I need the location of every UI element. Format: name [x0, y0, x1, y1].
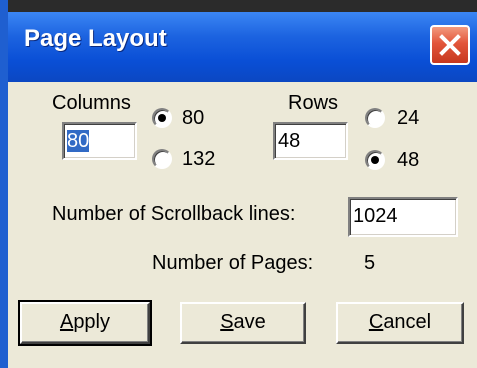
window-title: Page Layout [24, 25, 167, 52]
scrollback-label: Number of Scrollback lines: [52, 203, 296, 225]
apply-button[interactable]: Apply [18, 300, 152, 346]
rows-radio-24[interactable] [365, 108, 385, 128]
columns-radio-80[interactable] [152, 108, 172, 128]
scrollback-input[interactable]: 1024 [348, 197, 458, 237]
window-top-edge [0, 0, 477, 12]
cancel-label: ancel [383, 311, 432, 333]
columns-option-80-label[interactable]: 80 [182, 107, 204, 129]
cancel-accel: C [368, 311, 384, 333]
rows-input-value: 48 [278, 130, 301, 152]
rows-input[interactable]: 48 [273, 122, 348, 160]
save-accel: S [220, 311, 234, 333]
cancel-button[interactable]: Cancel [336, 302, 464, 344]
apply-accel: A [59, 311, 74, 333]
pages-label: Number of Pages: [152, 252, 314, 274]
dialog-body: Columns 80 80 132 Rows 48 24 48 Number o… [8, 82, 477, 368]
columns-radio-132[interactable] [152, 149, 172, 169]
radio-selected-dot [371, 156, 379, 164]
close-button[interactable] [430, 25, 470, 65]
columns-input[interactable]: 80 [62, 122, 137, 160]
radio-selected-dot [158, 114, 166, 122]
save-label: ave [233, 311, 266, 333]
columns-input-value: 80 [67, 130, 90, 152]
window-left-edge [0, 0, 8, 368]
close-icon [439, 34, 461, 56]
columns-label: Columns [52, 92, 131, 114]
rows-option-48-label[interactable]: 48 [397, 149, 419, 171]
pages-value: 5 [364, 252, 376, 274]
rows-label: Rows [288, 92, 339, 114]
apply-label: pply [73, 311, 111, 333]
scrollback-input-value: 1024 [353, 205, 398, 227]
title-bar[interactable]: Page Layout [8, 12, 477, 82]
rows-radio-48[interactable] [365, 150, 385, 170]
save-button[interactable]: Save [180, 302, 306, 344]
rows-option-24-label[interactable]: 24 [397, 107, 419, 129]
columns-option-132-label[interactable]: 132 [182, 148, 215, 170]
